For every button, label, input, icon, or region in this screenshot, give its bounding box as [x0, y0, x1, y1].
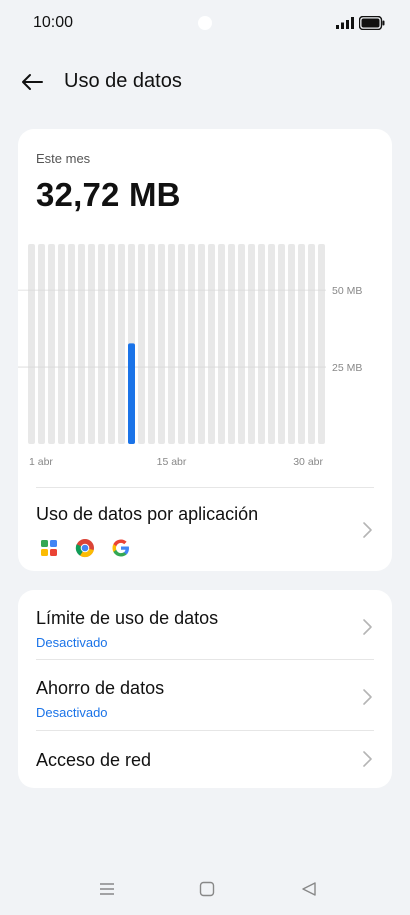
chart-day-track: [68, 244, 75, 444]
home-button[interactable]: [196, 878, 218, 900]
chart-day-track: [248, 244, 255, 444]
chart-x-tick-label: 15 abr: [157, 456, 187, 468]
data-limit-row[interactable]: Límite de uso de datos Desactivado: [36, 590, 374, 660]
menu-button[interactable]: [96, 878, 118, 900]
chart-day-track: [228, 244, 235, 444]
camera-cutout: [198, 16, 212, 30]
chevron-right-icon: [363, 619, 372, 635]
chevron-right-icon: [363, 522, 372, 538]
status-bar: 10:00: [0, 0, 410, 46]
status-time: 10:00: [33, 14, 74, 31]
data-saver-row[interactable]: Ahorro de datos Desactivado: [36, 661, 374, 731]
usage-card: Este mes 32,72 MB 50 MB 25 MB 1 abr 15 abr 3…: [18, 129, 392, 571]
signal-icon: [336, 17, 354, 29]
usage-chart: 50 MB 25 MB 1 abr 15 abr 30 abr: [18, 129, 392, 489]
chart-day-track: [28, 244, 35, 444]
chart-day-track: [108, 244, 115, 444]
google-icon: [110, 537, 132, 559]
app-usage-row[interactable]: Uso de datos por aplicación: [36, 487, 374, 571]
chart-day-track: [318, 244, 325, 444]
chart-bar: [128, 343, 135, 444]
chevron-right-icon: [363, 689, 372, 705]
app-header: Uso de datos: [0, 60, 410, 104]
app-icons: [38, 537, 132, 559]
chart-day-track: [38, 244, 45, 444]
navigation-bar: [0, 870, 410, 910]
usage-chart-svg: 50 MB 25 MB 1 abr 15 abr 30 abr: [18, 244, 362, 468]
chart-day-track: [198, 244, 205, 444]
network-access-label: Acceso de red: [36, 750, 152, 770]
chart-day-track: [178, 244, 185, 444]
menu-icon: [100, 883, 114, 895]
chart-x-tick-label: 30 abr: [293, 456, 323, 468]
chart-day-track: [48, 244, 55, 444]
chart-day-track: [258, 244, 265, 444]
chart-day-track: [278, 244, 285, 444]
chart-day-track: [238, 244, 245, 444]
chart-day-track: [188, 244, 195, 444]
data-saver-label: Ahorro de datos: [36, 678, 165, 698]
chart-day-track: [58, 244, 65, 444]
app-usage-label: Uso de datos por aplicación: [36, 504, 259, 524]
chart-day-track: [218, 244, 225, 444]
apps-icon: [38, 537, 60, 559]
chart-y-tick-label: 50 MB: [332, 285, 362, 297]
chart-day-track: [168, 244, 175, 444]
data-limit-status: Desactivado: [36, 635, 108, 650]
data-limit-label: Límite de uso de datos: [36, 608, 219, 628]
chevron-right-icon: [363, 751, 372, 767]
data-saver-status: Desactivado: [36, 705, 108, 720]
chart-day-track: [158, 244, 165, 444]
arrow-left-icon: [22, 74, 43, 90]
chart-x-tick-label: 1 abr: [29, 456, 53, 468]
page-title: Uso de datos: [64, 70, 182, 92]
triangle-back-icon: [302, 882, 316, 896]
back-nav-button[interactable]: [298, 878, 320, 900]
chart-day-track: [98, 244, 105, 444]
square-icon: [199, 881, 215, 897]
chart-day-track: [78, 244, 85, 444]
chart-day-track: [148, 244, 155, 444]
chart-day-track: [268, 244, 275, 444]
chart-y-tick-label: 25 MB: [332, 362, 362, 374]
chart-day-track: [118, 244, 125, 444]
chart-day-track: [138, 244, 145, 444]
settings-card: Límite de uso de datos Desactivado Ahorr…: [18, 590, 392, 788]
chart-day-track: [208, 244, 215, 444]
chart-day-track: [308, 244, 315, 444]
back-button[interactable]: [14, 64, 50, 100]
network-access-row[interactable]: Acceso de red: [36, 732, 374, 802]
battery-icon: [359, 16, 385, 30]
chart-day-track: [288, 244, 295, 444]
chart-day-track: [88, 244, 95, 444]
chart-day-track: [298, 244, 305, 444]
chrome-icon: [74, 537, 96, 559]
